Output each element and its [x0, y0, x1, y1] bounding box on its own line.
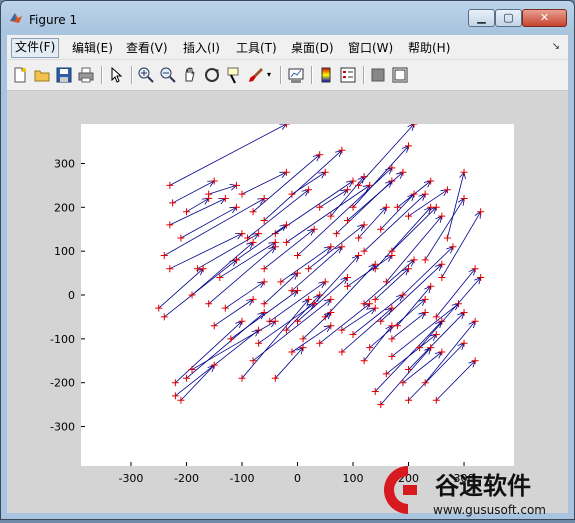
toolbar-separator [131, 66, 133, 84]
menu-edit[interactable]: 编辑(E) [69, 39, 116, 57]
dock-arrow-icon[interactable]: ↘ [552, 41, 560, 52]
x-tick-label: 0 [294, 472, 301, 485]
rotate-3d-icon[interactable] [203, 66, 221, 84]
toolbar-separator [311, 66, 313, 84]
toolbar-separator [363, 66, 365, 84]
menu-help[interactable]: 帮助(H) [405, 39, 453, 57]
y-tick-label: 0 [68, 289, 75, 302]
y-tick-label: 100 [54, 245, 75, 258]
brush-dropdown-icon[interactable]: ▾ [267, 70, 271, 79]
open-icon[interactable] [33, 66, 51, 84]
y-tick-label: 300 [54, 157, 75, 170]
y-tick-label: -200 [50, 377, 75, 390]
window-title: Figure 1 [29, 13, 78, 27]
menu-desktop[interactable]: 桌面(D) [288, 39, 337, 57]
link-plot-icon[interactable] [287, 66, 305, 84]
figure-toolbar: ▾ [7, 60, 568, 91]
show-plot-tools-icon[interactable] [391, 66, 409, 84]
brush-icon[interactable] [247, 66, 265, 84]
close-button[interactable]: ✕ [522, 9, 567, 27]
matlab-icon [10, 13, 22, 23]
toolbar-separator [280, 66, 282, 84]
maximize-button[interactable]: ▢ [495, 9, 522, 27]
new-figure-icon[interactable] [11, 66, 29, 84]
save-icon[interactable] [55, 66, 73, 84]
print-icon[interactable] [77, 66, 95, 84]
toolbar-separator [101, 66, 103, 84]
x-tick-label: -300 [118, 472, 143, 485]
menu-view[interactable]: 查看(V) [123, 39, 171, 57]
title-bar[interactable]: Figure 1 ▁ ▢ ✕ [1, 1, 574, 35]
menu-bar: 文件(F) 编辑(E) 查看(V) 插入(I) 工具(T) 桌面(D) 窗口(W… [7, 35, 568, 60]
pan-icon[interactable] [181, 66, 199, 84]
menu-window[interactable]: 窗口(W) [345, 39, 396, 57]
watermark-url: www.gususoft.com [433, 503, 546, 517]
pointer-icon[interactable] [107, 66, 125, 84]
y-tick-label: 200 [54, 201, 75, 214]
x-tick-label: -100 [230, 472, 255, 485]
axes-ticks: -300 -200 -100 0 100 200 300-300-200-100010020… [50, 157, 475, 485]
minimize-button[interactable]: ▁ [468, 9, 495, 27]
watermark-brand: 谷速软件 [435, 472, 531, 500]
y-tick-label: -300 [50, 421, 75, 434]
data-cursor-icon[interactable] [225, 66, 243, 84]
x-tick-label: -200 [174, 472, 199, 485]
watermark: 谷速软件 www.gususoft.com [375, 460, 575, 520]
menu-tools[interactable]: 工具(T) [233, 39, 280, 57]
watermark-logo: 谷速软件 www.gususoft.com [384, 466, 546, 517]
hide-plot-tools-icon[interactable] [369, 66, 387, 84]
legend-icon[interactable] [339, 66, 357, 84]
figure-window: Figure 1 ▁ ▢ ✕ 文件(F) 编辑(E) 查看(V) 插入(I) 工… [0, 0, 575, 520]
colorbar-icon[interactable] [317, 66, 335, 84]
menu-file[interactable]: 文件(F) [11, 38, 60, 58]
menu-insert[interactable]: 插入(I) [180, 39, 223, 57]
y-tick-label: -100 [50, 333, 75, 346]
zoom-in-icon[interactable] [137, 66, 155, 84]
figure-client: 文件(F) 编辑(E) 查看(V) 插入(I) 工具(T) 桌面(D) 窗口(W… [7, 35, 568, 513]
x-tick-label: 100 [343, 472, 364, 485]
zoom-out-icon[interactable] [159, 66, 177, 84]
